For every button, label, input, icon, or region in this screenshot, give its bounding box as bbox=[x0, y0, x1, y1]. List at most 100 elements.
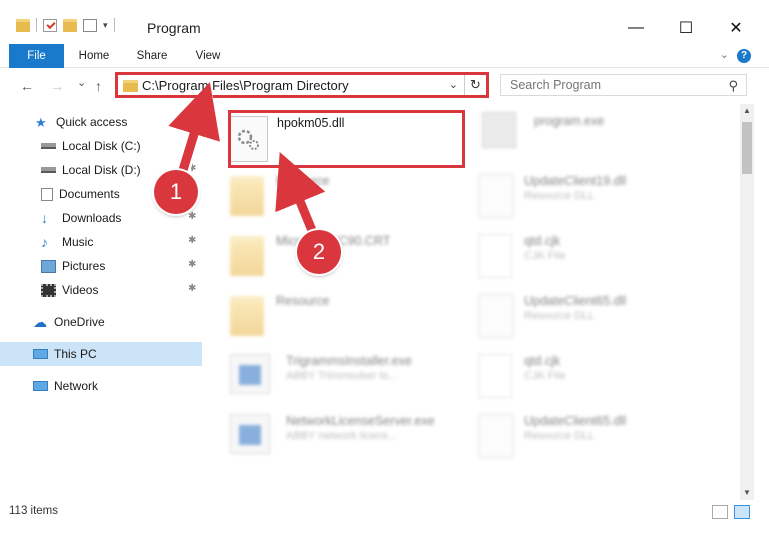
address-bar[interactable]: C:\Program Files\Program Directory ⌄ ↻ bbox=[115, 72, 489, 98]
sidebar-item-label: Downloads bbox=[62, 211, 122, 225]
dll-gear-icon bbox=[478, 294, 514, 338]
scroll-thumb[interactable] bbox=[742, 122, 752, 174]
large-icons-view-icon[interactable] bbox=[734, 505, 750, 519]
back-button[interactable]: ← bbox=[20, 78, 34, 94]
quick-access-toolbar: ▾ bbox=[16, 18, 115, 32]
tab-view[interactable]: View bbox=[186, 44, 230, 68]
file-name: qtd.cjk bbox=[524, 354, 561, 368]
sidebar-item-label: Local Disk (C:) bbox=[62, 139, 141, 153]
search-input[interactable] bbox=[501, 75, 701, 95]
properties-icon[interactable] bbox=[43, 18, 57, 32]
file-item-updateclient65-dll[interactable]: UpdateClient65.dll Resource DLL bbox=[478, 292, 728, 344]
customize-icon[interactable] bbox=[83, 18, 97, 32]
address-path[interactable]: C:\Program Files\Program Directory bbox=[142, 78, 349, 93]
folder-icon bbox=[230, 176, 264, 216]
folder-icon[interactable] bbox=[16, 18, 30, 32]
pin-icon[interactable]: ✱ bbox=[188, 139, 196, 150]
search-box[interactable]: ⚲ bbox=[500, 74, 747, 96]
file-item-qtd-cjk[interactable]: qtd.cjk CJK File bbox=[478, 232, 728, 284]
title-bar: ▾ Program — ☐ ✕ bbox=[0, 0, 769, 44]
computer-icon bbox=[33, 349, 48, 359]
help-button[interactable]: ? bbox=[737, 49, 751, 63]
maximize-button[interactable]: ☐ bbox=[663, 14, 709, 42]
sidebar-item-videos[interactable]: Videos ✱ bbox=[0, 278, 202, 302]
details-view-icon[interactable] bbox=[712, 505, 728, 519]
file-type: ABBY Trimmsuber to... bbox=[286, 370, 398, 382]
up-button[interactable]: ↑ bbox=[95, 78, 102, 94]
dll-gear-icon bbox=[478, 174, 514, 218]
file-type: CJK File bbox=[524, 250, 566, 262]
sidebar-item-network[interactable]: Network bbox=[0, 374, 202, 398]
file-item-vc90-crt-folder[interactable]: Microsoft.VC90.CRT bbox=[230, 232, 460, 284]
file-type: Resource DLL bbox=[524, 310, 595, 322]
divider bbox=[113, 18, 115, 32]
expand-ribbon-icon[interactable]: ⌄ bbox=[720, 48, 729, 61]
tab-home[interactable]: Home bbox=[72, 44, 116, 68]
sidebar-item-label: Quick access bbox=[56, 115, 128, 129]
file-name: program.exe bbox=[534, 114, 605, 128]
status-bar: 113 items bbox=[0, 500, 769, 533]
pin-icon[interactable]: ✱ bbox=[188, 283, 196, 294]
sidebar-item-label: Music bbox=[62, 235, 94, 249]
vertical-scrollbar[interactable]: ▲ ▼ bbox=[740, 104, 754, 500]
ribbon-tabs: File Home Share View ⌄ ? bbox=[0, 44, 769, 68]
downloads-icon: ↓ bbox=[41, 209, 48, 226]
document-icon bbox=[478, 354, 512, 398]
sidebar-item-local-disk-c[interactable]: Local Disk (C:) ✱ bbox=[0, 134, 202, 158]
folder-icon bbox=[230, 236, 264, 276]
file-item-resource-folder[interactable]: Resource bbox=[230, 292, 460, 344]
file-name: TrigrammsInstaller.exe bbox=[286, 354, 412, 368]
file-item-qtd-cjk[interactable]: qtd.cjk CJK File bbox=[478, 352, 728, 404]
forward-button[interactable]: → bbox=[50, 78, 64, 94]
file-name: Resource bbox=[276, 174, 330, 188]
dll-gear-icon bbox=[478, 414, 514, 458]
sidebar-item-music[interactable]: ♪ Music ✱ bbox=[0, 230, 202, 254]
pin-icon[interactable]: ✱ bbox=[188, 163, 196, 174]
chevron-down-icon[interactable]: ▾ bbox=[103, 20, 108, 31]
file-item-program-exe[interactable]: program.exe bbox=[482, 112, 712, 164]
file-name: qtd.cjk bbox=[524, 234, 561, 248]
pictures-icon bbox=[41, 259, 56, 273]
window-title: Program bbox=[147, 20, 201, 36]
file-name: UpdateClient65.dll bbox=[524, 414, 627, 428]
close-button[interactable]: ✕ bbox=[713, 14, 759, 42]
search-icon[interactable]: ⚲ bbox=[728, 78, 738, 94]
file-name: UpdateClient65.dll bbox=[524, 294, 627, 308]
chevron-down-icon[interactable]: ⌄ bbox=[449, 78, 458, 91]
recent-locations-button[interactable]: ⌄ bbox=[77, 76, 86, 89]
tab-share[interactable]: Share bbox=[130, 44, 174, 68]
divider bbox=[36, 18, 37, 32]
refresh-button[interactable]: ↻ bbox=[464, 75, 486, 95]
sidebar-item-this-pc[interactable]: This PC bbox=[0, 342, 202, 366]
document-icon bbox=[478, 234, 512, 278]
pin-icon[interactable]: ✱ bbox=[188, 235, 196, 246]
documents-icon bbox=[41, 187, 53, 201]
file-item-network-license-server[interactable]: NetworkLicenseServer.exe ABBY network li… bbox=[230, 412, 470, 464]
file-type: CJK File bbox=[524, 370, 566, 382]
folder-icon bbox=[123, 80, 138, 92]
file-item-updateclient19-dll[interactable]: UpdateClient19.dll Resource DLL bbox=[478, 172, 728, 224]
sidebar-item-pictures[interactable]: Pictures ✱ bbox=[0, 254, 202, 278]
new-folder-icon[interactable] bbox=[63, 18, 77, 32]
file-item-updateclient65-dll[interactable]: UpdateClient65.dll Resource DLL bbox=[478, 412, 728, 464]
sidebar-item-label: Local Disk (D:) bbox=[62, 163, 141, 177]
minimize-button[interactable]: — bbox=[613, 14, 659, 42]
scroll-up-icon[interactable]: ▲ bbox=[740, 104, 754, 118]
pin-icon[interactable]: ✱ bbox=[188, 259, 196, 270]
drive-icon bbox=[41, 167, 56, 173]
file-item-resource-folder[interactable]: Resource bbox=[230, 172, 460, 224]
sidebar-item-onedrive[interactable]: ☁ OneDrive bbox=[0, 310, 202, 334]
drive-icon bbox=[41, 143, 56, 149]
callout-1: 1 bbox=[154, 170, 198, 214]
star-icon: ★ bbox=[35, 114, 47, 130]
tab-file[interactable]: File bbox=[9, 44, 64, 68]
network-icon bbox=[33, 381, 48, 391]
sidebar-item-label: This PC bbox=[54, 347, 97, 361]
sidebar-item-quick-access[interactable]: ★ Quick access bbox=[0, 110, 202, 134]
file-name: Resource bbox=[276, 294, 330, 308]
file-item-trigramms-installer[interactable]: TrigrammsInstaller.exe ABBY Trimmsuber t… bbox=[230, 352, 470, 404]
pin-icon[interactable]: ✱ bbox=[188, 211, 196, 222]
videos-icon bbox=[41, 283, 56, 297]
scroll-down-icon[interactable]: ▼ bbox=[740, 486, 754, 500]
navigation-pane: ★ Quick access Local Disk (C:) ✱ Local D… bbox=[0, 108, 207, 500]
